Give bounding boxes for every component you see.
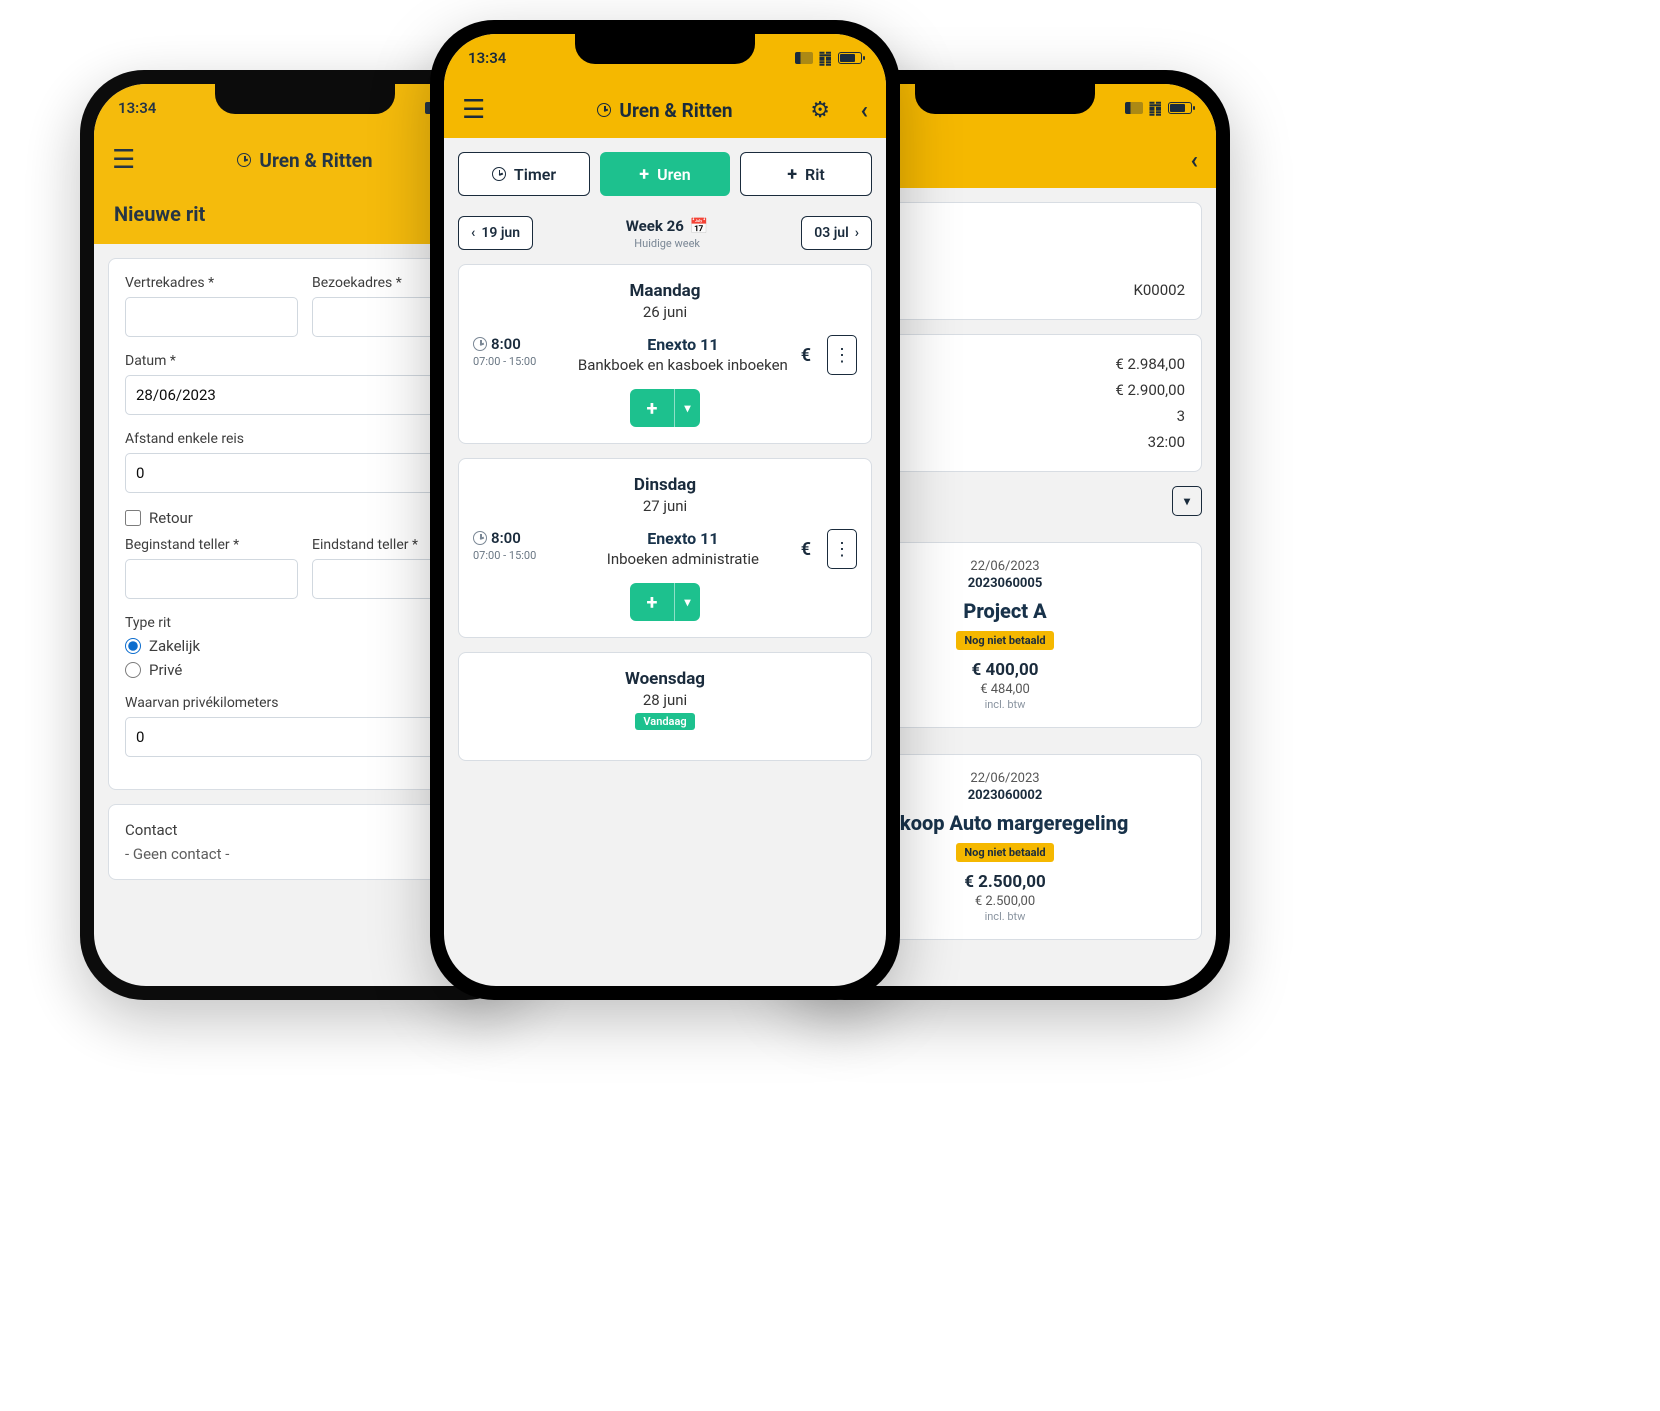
day-date: 28 juni	[473, 691, 857, 709]
app-title: Uren & Ritten	[237, 149, 372, 172]
add-entry-dropdown[interactable]: ▾	[674, 389, 700, 427]
status-icons: ䷇	[1125, 99, 1192, 117]
entry-duration: 8:00	[491, 335, 521, 353]
timer-button[interactable]: Timer	[458, 152, 590, 196]
currency-icon: €	[801, 539, 811, 560]
plus-icon: +	[639, 164, 649, 185]
beginstand-label: Beginstand teller *	[125, 537, 298, 553]
menu-icon[interactable]: ☰	[462, 95, 485, 125]
retour-label: Retour	[149, 509, 193, 527]
stat-uren-v: 32:00	[1148, 433, 1185, 451]
chevron-left-icon: ‹	[471, 225, 475, 241]
stat-facturen-v: 3	[1177, 407, 1185, 425]
day-card: Woensdag 28 juni Vandaag	[458, 652, 872, 761]
time-entry[interactable]: 8:00 07:00 - 15:00 Enexto 11 Bankboek en…	[473, 335, 857, 375]
plus-icon: +	[787, 164, 797, 185]
entry-desc: Inboeken administratie	[575, 550, 791, 568]
add-uren-button[interactable]: + Uren	[600, 152, 730, 196]
chevron-right-icon: ›	[855, 225, 859, 241]
status-badge: Nog niet betaald	[956, 843, 1053, 862]
week-next-label: 03 jul	[814, 225, 849, 241]
app-title-text: Uren & Ritten	[619, 99, 732, 122]
entry-range: 07:00 - 15:00	[473, 355, 565, 368]
clock-icon	[473, 531, 487, 545]
day-name: Maandag	[473, 281, 857, 301]
menu-icon[interactable]: ☰	[112, 145, 135, 175]
back-icon[interactable]: ‹	[1191, 146, 1199, 174]
day-card: Dinsdag 27 juni 8:00 07:00 - 15:00 Enext…	[458, 458, 872, 638]
back-icon[interactable]: ‹	[861, 96, 869, 124]
type-prive-radio[interactable]	[125, 662, 141, 678]
signal-icon	[795, 52, 813, 64]
klantnummer-value: K00002	[1133, 281, 1185, 299]
day-date: 27 juni	[473, 497, 857, 515]
entry-project: Enexto 11	[575, 529, 791, 548]
entry-project: Enexto 11	[575, 335, 791, 354]
day-name: Woensdag	[473, 669, 857, 689]
clock-icon	[473, 337, 487, 351]
timer-label: Timer	[514, 165, 556, 184]
day-card: Maandag 26 juni 8:00 07:00 - 15:00 Enext…	[458, 264, 872, 444]
week-prev-button[interactable]: ‹ 19 jun	[458, 216, 533, 250]
app-title-text: Uren & Ritten	[259, 149, 372, 172]
battery-icon	[1168, 102, 1192, 114]
currency-icon: €	[801, 345, 811, 366]
beginstand-input[interactable]	[125, 559, 298, 599]
day-name: Dinsdag	[473, 475, 857, 495]
uren-label: Uren	[657, 165, 691, 184]
type-prive-label: Privé	[149, 661, 182, 679]
entry-duration: 8:00	[491, 529, 521, 547]
entry-desc: Bankboek en kasboek inboeken	[575, 356, 791, 374]
clock-icon	[492, 167, 506, 181]
add-rit-button[interactable]: + Rit	[740, 152, 872, 196]
stat-bedrag-v: € 2.984,00	[1115, 355, 1185, 373]
week-sublabel: Huidige week	[626, 237, 709, 250]
type-zakelijk-radio[interactable]	[125, 638, 141, 654]
type-zakelijk-label: Zakelijk	[149, 637, 200, 655]
status-time: 13:34	[118, 99, 156, 117]
clock-icon	[597, 103, 611, 117]
wifi-icon: ䷇	[1149, 99, 1162, 117]
stat-omzet-v: € 2.900,00	[1115, 381, 1185, 399]
vertrek-input[interactable]	[125, 297, 298, 337]
retour-checkbox[interactable]	[125, 510, 141, 526]
battery-icon	[838, 52, 862, 64]
entry-range: 07:00 - 15:00	[473, 549, 565, 562]
clock-icon	[237, 153, 251, 167]
entry-menu-button[interactable]: ⋮	[827, 529, 857, 569]
day-date: 26 juni	[473, 303, 857, 321]
week-prev-label: 19 jun	[481, 225, 520, 241]
entry-menu-button[interactable]: ⋮	[827, 335, 857, 375]
status-time: 13:34	[468, 49, 506, 67]
add-entry-button[interactable]: +	[630, 389, 674, 427]
week-next-button[interactable]: 03 jul ›	[801, 216, 872, 250]
rit-label: Rit	[805, 165, 825, 184]
status-icons: ䷇	[795, 49, 862, 67]
add-entry-dropdown[interactable]: ▾	[674, 583, 700, 621]
signal-icon	[1125, 102, 1143, 114]
collapse-toggle[interactable]: ▾	[1172, 486, 1202, 516]
app-title: Uren & Ritten	[597, 99, 732, 122]
gear-icon[interactable]: ⚙	[810, 98, 830, 123]
status-badge: Nog niet betaald	[956, 631, 1053, 650]
today-badge: Vandaag	[635, 713, 694, 730]
calendar-icon[interactable]: 📅	[690, 217, 709, 235]
week-label: Week 26	[626, 217, 684, 235]
add-entry-button[interactable]: +	[630, 583, 674, 621]
time-entry[interactable]: 8:00 07:00 - 15:00 Enexto 11 Inboeken ad…	[473, 529, 857, 569]
vertrek-label: Vertrekadres *	[125, 275, 298, 291]
wifi-icon: ䷇	[819, 49, 832, 67]
